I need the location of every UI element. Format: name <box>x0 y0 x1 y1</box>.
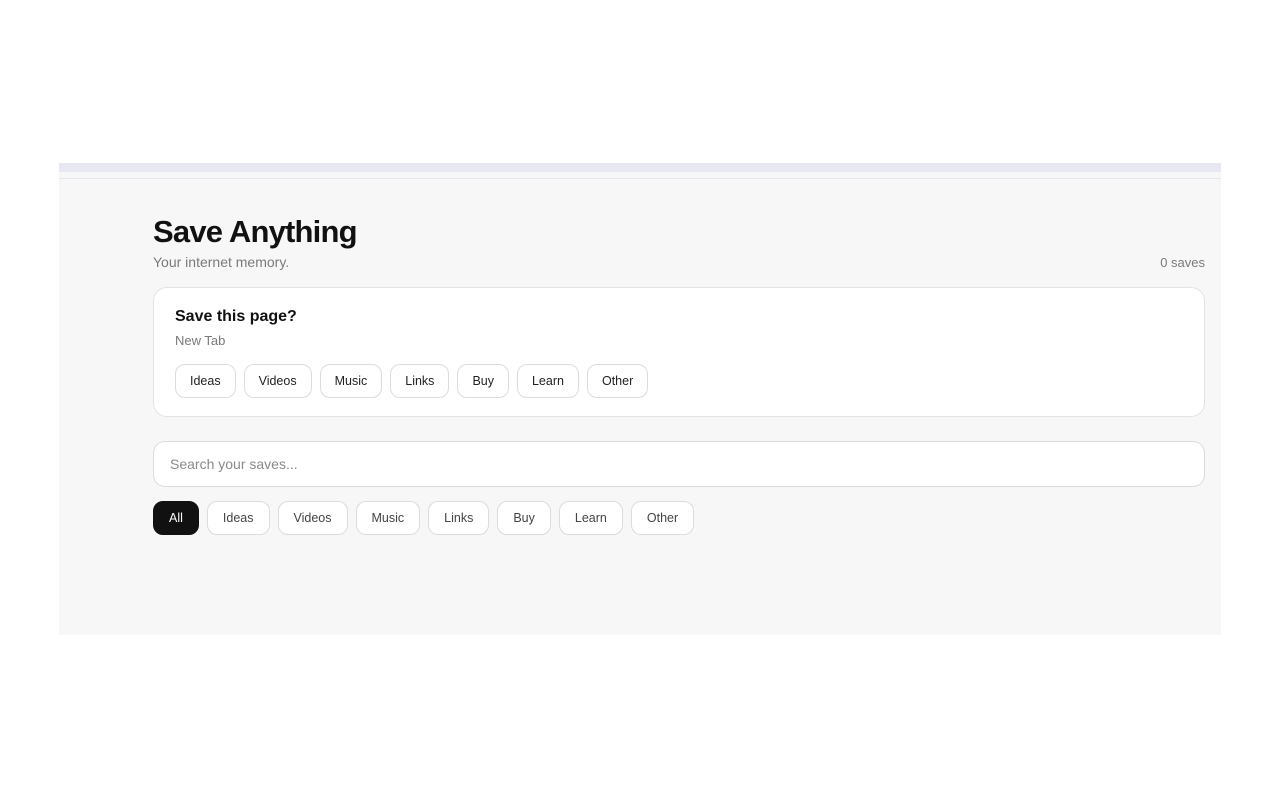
save-page-title: Save this page? <box>175 308 297 325</box>
save-category-row: Ideas Videos Music Links Buy Learn Other <box>175 364 1183 398</box>
filter-learn[interactable]: Learn <box>558 501 623 535</box>
top-divider <box>59 178 1221 179</box>
save-category-ideas[interactable]: Ideas <box>175 364 236 398</box>
filter-other[interactable]: Other <box>630 501 695 535</box>
top-accent-bar <box>59 163 1221 172</box>
app-window: Save Anything Your internet memory. 0 sa… <box>59 163 1221 635</box>
page-title: Save Anything <box>153 214 358 249</box>
main-content: Save Anything Your internet memory. 0 sa… <box>153 213 1205 535</box>
save-category-links[interactable]: Links <box>390 364 450 398</box>
save-category-other[interactable]: Other <box>586 364 649 398</box>
filter-buy[interactable]: Buy <box>497 501 551 535</box>
save-category-videos[interactable]: Videos <box>243 364 312 398</box>
subtitle-row: Your internet memory. 0 saves <box>153 254 1205 274</box>
current-page-title: New Tab <box>175 333 226 348</box>
filter-ideas[interactable]: Ideas <box>206 501 270 535</box>
filter-all[interactable]: All <box>153 501 199 535</box>
save-category-learn[interactable]: Learn <box>516 364 579 398</box>
save-category-music[interactable]: Music <box>319 364 383 398</box>
save-count: 0 saves <box>1160 255 1205 270</box>
page-subtitle: Your internet memory. <box>153 254 290 270</box>
filter-row: All Ideas Videos Music Links Buy Learn O… <box>153 501 1205 535</box>
save-page-card: Save this page? New Tab Ideas Videos Mus… <box>153 287 1205 417</box>
filter-links[interactable]: Links <box>428 501 490 535</box>
filter-videos[interactable]: Videos <box>277 501 348 535</box>
search-input[interactable] <box>153 441 1205 487</box>
filter-music[interactable]: Music <box>355 501 421 535</box>
save-category-buy[interactable]: Buy <box>457 364 509 398</box>
